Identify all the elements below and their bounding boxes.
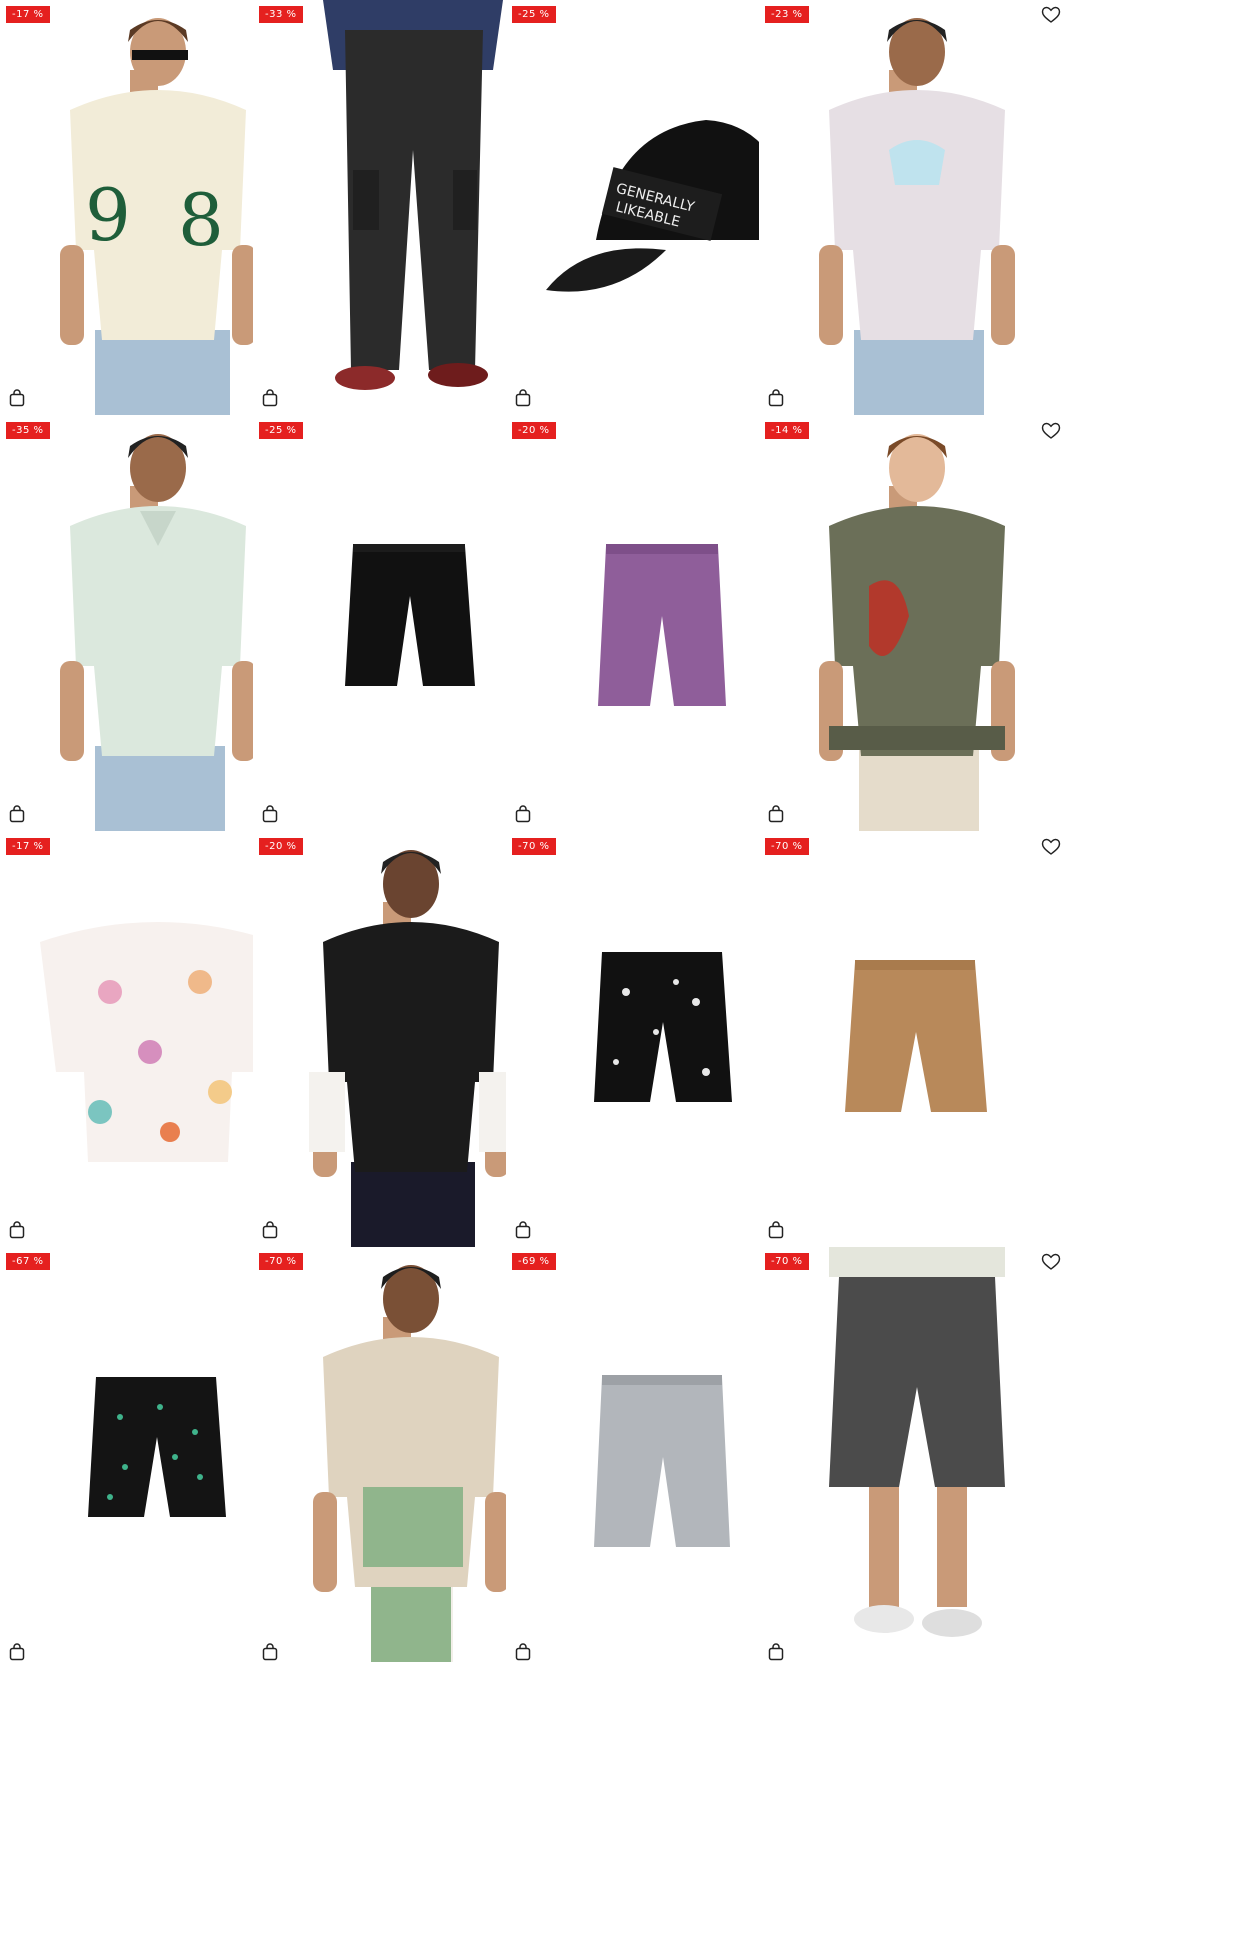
bag-icon[interactable] xyxy=(766,1220,786,1240)
bag-icon[interactable] xyxy=(766,1642,786,1662)
bag-icon[interactable] xyxy=(7,388,27,408)
bag-icon[interactable] xyxy=(260,1220,280,1240)
svg-text:8: 8 xyxy=(178,178,224,262)
bag-icon[interactable] xyxy=(513,1220,533,1240)
bag-icon[interactable] xyxy=(7,1220,27,1240)
heart-icon[interactable] xyxy=(1041,1253,1061,1271)
discount-badge: -70 % xyxy=(765,1253,809,1270)
bag-icon[interactable] xyxy=(513,1642,533,1662)
product-grid: 98 -17 % Kremowa koszula na zatrzaski 49… xyxy=(0,0,1250,1959)
discount-badge: -70 % xyxy=(259,1253,303,1270)
bag-icon[interactable] xyxy=(766,388,786,408)
bag-icon[interactable] xyxy=(260,804,280,824)
product-photo xyxy=(819,434,1015,831)
product-card[interactable]: -70 % xyxy=(759,1247,1075,1766)
bag-icon[interactable] xyxy=(766,804,786,824)
product-photo xyxy=(845,960,987,1112)
heart-icon[interactable] xyxy=(1041,838,1061,856)
bag-icon[interactable] xyxy=(260,1642,280,1662)
product-image[interactable]: -23 % xyxy=(759,0,1075,415)
product-image[interactable]: -70 % xyxy=(759,832,1075,1247)
discount-badge: -69 % xyxy=(512,1253,556,1270)
discount-badge: -70 % xyxy=(512,838,556,855)
discount-badge: -20 % xyxy=(512,422,556,439)
discount-badge: -17 % xyxy=(6,6,50,23)
product-image[interactable]: -14 % xyxy=(759,416,1075,831)
bag-icon[interactable] xyxy=(7,804,27,824)
discount-badge: -67 % xyxy=(6,1253,50,1270)
heart-icon[interactable] xyxy=(1041,6,1061,24)
discount-badge: -25 % xyxy=(512,6,556,23)
bag-icon[interactable] xyxy=(260,388,280,408)
discount-badge: -25 % xyxy=(259,422,303,439)
product-photo xyxy=(819,18,1015,415)
svg-text:9: 9 xyxy=(85,173,131,257)
bag-icon[interactable] xyxy=(513,388,533,408)
bag-icon[interactable] xyxy=(513,804,533,824)
product-photo xyxy=(829,1247,1005,1637)
bag-icon[interactable] xyxy=(7,1642,27,1662)
discount-badge: -23 % xyxy=(765,6,809,23)
discount-badge: -20 % xyxy=(259,838,303,855)
heart-icon[interactable] xyxy=(1041,422,1061,440)
product-image[interactable]: -70 % xyxy=(759,1247,1075,1662)
discount-badge: -14 % xyxy=(765,422,809,439)
discount-badge: -33 % xyxy=(259,6,303,23)
discount-badge: -17 % xyxy=(6,838,50,855)
discount-badge: -35 % xyxy=(6,422,50,439)
discount-badge: -70 % xyxy=(765,838,809,855)
